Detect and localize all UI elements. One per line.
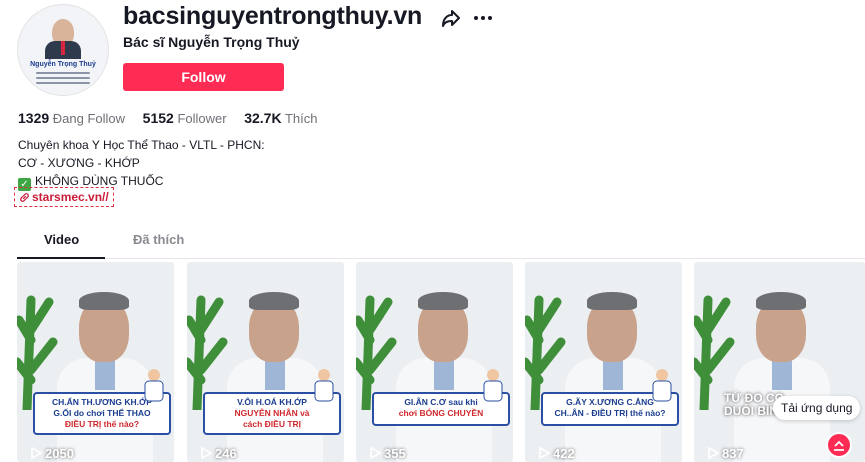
- profile-stats: 1329 Đang Follow 5152 Follower 32.7K Thí…: [18, 110, 331, 126]
- share-icon[interactable]: [441, 8, 461, 28]
- following-label[interactable]: Đang Follow: [53, 111, 125, 126]
- play-icon: [370, 446, 382, 460]
- avatar[interactable]: Nguyễn Trọng Thuỷ: [17, 4, 109, 96]
- tab-divider: [17, 258, 865, 259]
- tab-active-indicator: [17, 257, 105, 259]
- following-count[interactable]: 1329: [18, 110, 49, 126]
- bio-link[interactable]: starsmec.vn//: [14, 187, 114, 207]
- video-caption-line: ĐIỀU TRỊ thế nào?: [64, 419, 140, 429]
- profile-nickname: Bác sĩ Nguyễn Trọng Thuỷ: [123, 34, 300, 50]
- video-caption-line: NGUYÊN NHÂN và: [234, 408, 310, 418]
- play-icon: [201, 446, 213, 460]
- video-card[interactable]: GI.ÃN C.Ơ sau khi chơi BÓNG CHUYỀN 355: [356, 262, 513, 462]
- play-icon: [31, 446, 43, 460]
- bio-link-text: starsmec.vn//: [32, 190, 109, 204]
- doctor-cartoon-icon: [483, 369, 503, 402]
- followers-label[interactable]: Follower: [177, 111, 226, 126]
- bio-line-1: Chuyên khoa Y Học Thể Thao - VLTL - PHCN…: [18, 138, 265, 152]
- profile-username: bacsinguyentrongthuy.vn: [123, 2, 423, 30]
- profile-bio: Chuyên khoa Y Học Thể Thao - VLTL - PHCN…: [18, 136, 265, 191]
- doctor-cartoon-icon: [314, 369, 334, 402]
- video-caption-line: chơi BÓNG CHUYỀN: [398, 408, 484, 418]
- follow-button[interactable]: Follow: [123, 63, 284, 91]
- video-card[interactable]: G.ÃY X.ƯƠNG C.ẲNG CH..ÂN - ĐIỀU TRỊ thế …: [525, 262, 682, 462]
- download-app-popup[interactable]: Tải ứng dụng: [773, 396, 861, 420]
- more-options-icon[interactable]: [472, 8, 494, 28]
- video-card[interactable]: V.ÔI H.OÁ KH.ỚP NGUYÊN NHÂN và cách ĐIỀU…: [187, 262, 344, 462]
- bio-line-2: CƠ - XƯƠNG - KHỚP: [18, 156, 140, 170]
- video-caption-line: CH..ÂN - ĐIỀU TRỊ thế nào?: [554, 408, 666, 418]
- scroll-top-button[interactable]: [826, 432, 852, 458]
- tab-video[interactable]: Video: [44, 232, 79, 247]
- arrow-up-icon: [834, 440, 844, 451]
- video-card[interactable]: CH.ẤN TH.ƯƠNG KH.ỚP G.ỐI do chơi THỂ THA…: [17, 262, 174, 462]
- likes-label: Thích: [284, 111, 318, 126]
- link-icon: [20, 193, 29, 202]
- followers-count[interactable]: 5152: [143, 110, 174, 126]
- avatar-name-text: Nguyễn Trọng Thuỷ: [30, 61, 96, 68]
- avatar-caption-lines: [36, 72, 90, 87]
- avatar-tie: [61, 41, 65, 55]
- doctor-cartoon-icon: [144, 369, 164, 402]
- video-caption-line: G.ỐI do chơi THỂ THAO: [53, 408, 151, 418]
- video-caption-line: cách ĐIỀU TRỊ: [242, 419, 302, 429]
- doctor-cartoon-icon: [652, 369, 672, 402]
- play-icon: [539, 446, 551, 460]
- likes-count: 32.7K: [244, 110, 282, 126]
- tab-liked[interactable]: Đã thích: [133, 232, 184, 247]
- bio-line-3: KHÔNG DÙNG THUỐC: [35, 174, 164, 188]
- play-icon: [708, 446, 720, 460]
